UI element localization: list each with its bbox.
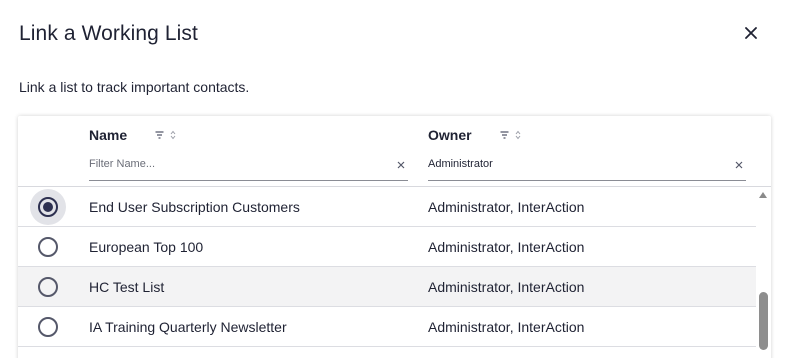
radio-unselected-icon[interactable] [38, 317, 58, 337]
scroll-up-arrow-icon[interactable] [759, 192, 767, 198]
dialog-title: Link a Working List [19, 22, 198, 45]
row-name: HC Test List [89, 278, 165, 295]
row-name: End User Subscription Customers [89, 198, 300, 215]
working-list-table: Name Owner [18, 116, 771, 358]
name-filter-field [89, 154, 408, 181]
table-row[interactable]: IA Training Quarterly Newsletter Adminis… [18, 307, 756, 347]
row-name: European Top 100 [89, 238, 204, 255]
dialog-subtitle: Link a list to track important contacts. [19, 79, 250, 95]
name-column-header: Name [89, 127, 176, 143]
name-sort-icon[interactable] [170, 130, 176, 140]
close-icon[interactable] [745, 27, 757, 39]
row-radio[interactable] [30, 189, 66, 225]
row-owner: Administrator, InterAction [428, 198, 585, 215]
row-radio[interactable] [30, 309, 66, 345]
table-body: End User Subscription Customers Administ… [18, 187, 756, 347]
row-owner: Administrator, InterAction [428, 318, 585, 335]
radio-unselected-icon[interactable] [38, 277, 58, 297]
name-filter-input[interactable] [89, 155, 408, 170]
table-row[interactable]: European Top 100 Administrator, InterAct… [18, 227, 756, 267]
name-filter-clear-icon[interactable] [396, 160, 406, 170]
owner-filter-icon[interactable] [500, 131, 509, 139]
table-row[interactable]: HC Test List Administrator, InterAction [18, 267, 756, 307]
radio-selected-icon[interactable] [38, 197, 58, 217]
row-radio[interactable] [30, 229, 66, 265]
owner-filter-input[interactable] [428, 155, 746, 170]
name-column-label: Name [89, 127, 128, 143]
owner-column-label: Owner [428, 127, 472, 143]
name-filter-icon[interactable] [155, 131, 164, 139]
table-header: Name Owner [18, 116, 771, 187]
scroll-thumb[interactable] [759, 292, 768, 350]
row-owner: Administrator, InterAction [428, 278, 585, 295]
close-button[interactable] [740, 22, 762, 44]
row-name: IA Training Quarterly Newsletter [89, 318, 287, 335]
owner-column-header: Owner [428, 127, 521, 143]
owner-filter-clear-icon[interactable] [734, 160, 744, 170]
row-radio[interactable] [30, 269, 66, 305]
row-owner: Administrator, InterAction [428, 238, 585, 255]
radio-unselected-icon[interactable] [38, 237, 58, 257]
vertical-scrollbar[interactable] [756, 187, 771, 358]
owner-sort-icon[interactable] [515, 130, 521, 140]
owner-filter-field [428, 154, 746, 181]
table-row[interactable]: End User Subscription Customers Administ… [18, 187, 756, 227]
